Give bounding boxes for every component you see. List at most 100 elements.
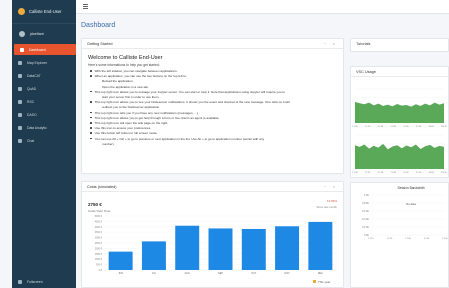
bullet-icon xyxy=(90,111,92,114)
help-line: number). xyxy=(88,142,343,147)
vsc-usage-card: VSC Usage 17:30 17:35 17:40 17:45 17:50 17:55… xyxy=(350,66,449,178)
cost-subtitle: Costs Over Time xyxy=(88,209,111,213)
help-line-text: This top right icon tells you if you hav… xyxy=(94,110,199,115)
menu-toggle-icon[interactable] xyxy=(83,4,88,9)
bullet-icon xyxy=(90,90,92,93)
app-title: Calliste End-User xyxy=(29,9,62,14)
x-tick-label: 17:40 xyxy=(378,126,384,128)
user-name: jdoeflant xyxy=(30,32,44,36)
sidebar-item-datacat[interactable]: DataCAT xyxy=(12,70,76,81)
x-tick-label: 17:35 xyxy=(365,126,371,128)
help-line-text: This top right icon allows you to see yo… xyxy=(94,100,290,105)
x-tick-label: 17:30 xyxy=(352,172,358,174)
fullscreen-icon xyxy=(18,280,22,284)
server-icon xyxy=(18,99,22,104)
help-line-text: number). xyxy=(102,141,115,146)
topbar xyxy=(76,0,449,14)
sidebar-item-label: RSC xyxy=(27,99,35,104)
bandwidth-title: Session Bandwidth xyxy=(397,186,424,190)
user-panel[interactable]: jdoeflant xyxy=(12,27,76,41)
y-tick-label: 2000 € xyxy=(95,247,103,250)
bullet-icon xyxy=(90,122,92,124)
cost-bar[interactable] xyxy=(308,221,333,270)
sidebar-item-label: Dashboard xyxy=(29,47,46,52)
x-tick-label: SEP xyxy=(218,272,223,275)
welcome-heading: Welcome to Calliste End-User xyxy=(88,55,163,61)
analytics-icon xyxy=(18,125,22,130)
cost-bar[interactable] xyxy=(108,251,133,270)
cost-bar[interactable] xyxy=(141,241,166,270)
x-tick-label: 17:35 xyxy=(365,172,371,174)
map-icon xyxy=(18,60,22,65)
sidebar-item-dashboard[interactable]: Dashboard xyxy=(14,44,76,55)
sidebar-item-label: DASO xyxy=(27,112,37,117)
y-tick-label: 0 € xyxy=(99,269,103,272)
help-line-text: redirect you to the Nodeserver applicati… xyxy=(102,105,161,110)
y-tick-label: 0.8 Kb xyxy=(362,202,370,205)
bullet-icon xyxy=(90,132,92,135)
card-title: Costs (simulated) xyxy=(87,184,117,189)
help-line-text: Reload the application, xyxy=(102,79,134,84)
sidebar-item-quad[interactable]: QuAD xyxy=(12,83,76,94)
x-tick-label: 17:55 xyxy=(416,172,422,174)
card-title: Tutorials xyxy=(356,42,371,46)
cost-bar[interactable] xyxy=(241,228,266,270)
sidebar-item-label: Map Explorer xyxy=(27,60,48,65)
app-logo-icon xyxy=(18,8,25,15)
getting-started-card: Getting Started − × Welcome to Calliste … xyxy=(81,38,344,174)
sidebar-item-data-analytic[interactable]: Data Analytic xyxy=(12,122,76,133)
sidebar-item-label: DataCAT xyxy=(27,73,41,78)
y-tick-label: 3000 € xyxy=(95,237,103,240)
x-tick-label: 18:05 xyxy=(441,126,447,128)
x-tick-label: 17:40 xyxy=(378,172,384,174)
cost-badge: 13.69% xyxy=(327,199,338,203)
fullscreen-label: Fullscreen xyxy=(27,280,43,284)
brand[interactable]: Calliste End-User xyxy=(12,0,76,24)
y-tick-label: 0.4 Kb xyxy=(362,218,370,221)
sidebar-item-daso[interactable]: DASO xyxy=(12,109,76,120)
y-tick-label: 1000 € xyxy=(95,258,103,261)
tutorials-card: Tutorials xyxy=(350,38,449,52)
x-tick-label: NOV xyxy=(284,272,290,275)
help-line-text: Use this icon to access your preferences… xyxy=(94,126,152,131)
sidebar-item-chat[interactable]: Chat xyxy=(12,135,76,146)
costs-card: Costs (simulated) − × 2750 € Costs Over T… xyxy=(81,181,344,288)
x-tick-label: 17:45 xyxy=(390,126,396,128)
help-line-text: Open the application in a new tab. xyxy=(102,84,149,89)
bullet-icon xyxy=(90,75,92,77)
y-tick-label: 0 Kb xyxy=(364,234,370,237)
sidebar-item-map-explorer[interactable]: Map Explorer xyxy=(12,57,76,68)
legend-label: This year xyxy=(318,280,330,284)
cost-bar[interactable] xyxy=(275,226,300,270)
bandwidth-chart: Session Bandwidth 1 Kb 0.8 Kb 0.6 Kb 0.4 Kb 0… xyxy=(362,186,448,240)
help-line-text: This top right icon allows you to manage… xyxy=(94,89,285,94)
bullet-icon xyxy=(90,137,92,140)
y-tick-label: 500 € xyxy=(96,264,103,267)
page-title: Dashboard xyxy=(81,22,116,29)
x-tick-label: 17:50 xyxy=(442,238,448,240)
x-tick-label: JUL xyxy=(152,272,157,275)
no-data-label: No data xyxy=(406,202,416,206)
sidebar: Calliste End-User jdoeflant Dashboard Ma… xyxy=(12,0,76,288)
card-tools[interactable]: − × xyxy=(324,42,338,46)
x-tick-label: 17:50 xyxy=(403,126,409,128)
cost-badge-sub: Since last month xyxy=(316,205,337,209)
help-line-text: When an application, you can use the two… xyxy=(94,74,187,79)
x-tick-label: 17:20 xyxy=(387,238,393,240)
x-tick-label: 17:55 xyxy=(416,126,422,128)
cost-bar[interactable] xyxy=(175,225,200,270)
sidebar-item-rsc[interactable]: RSC xyxy=(12,96,76,107)
sidebar-item-label: Data Analytic xyxy=(27,125,47,130)
fullscreen-button[interactable]: Fullscreen xyxy=(18,280,43,284)
x-tick-label: 17:45 xyxy=(390,172,396,174)
cost-bar[interactable] xyxy=(208,228,233,270)
help-line-text: With the left sidebar, you can navigate … xyxy=(94,69,178,73)
card-title: Getting Started xyxy=(87,41,113,46)
usage-area xyxy=(355,101,444,123)
usage-area xyxy=(355,143,444,169)
card-tools[interactable]: − × xyxy=(324,185,338,189)
bullet-icon xyxy=(90,101,92,103)
x-tick-label: 18:00 xyxy=(429,126,435,128)
y-tick-label: 1 Kb xyxy=(364,194,370,197)
intro-text: Here's some informations to help you get… xyxy=(88,63,160,67)
